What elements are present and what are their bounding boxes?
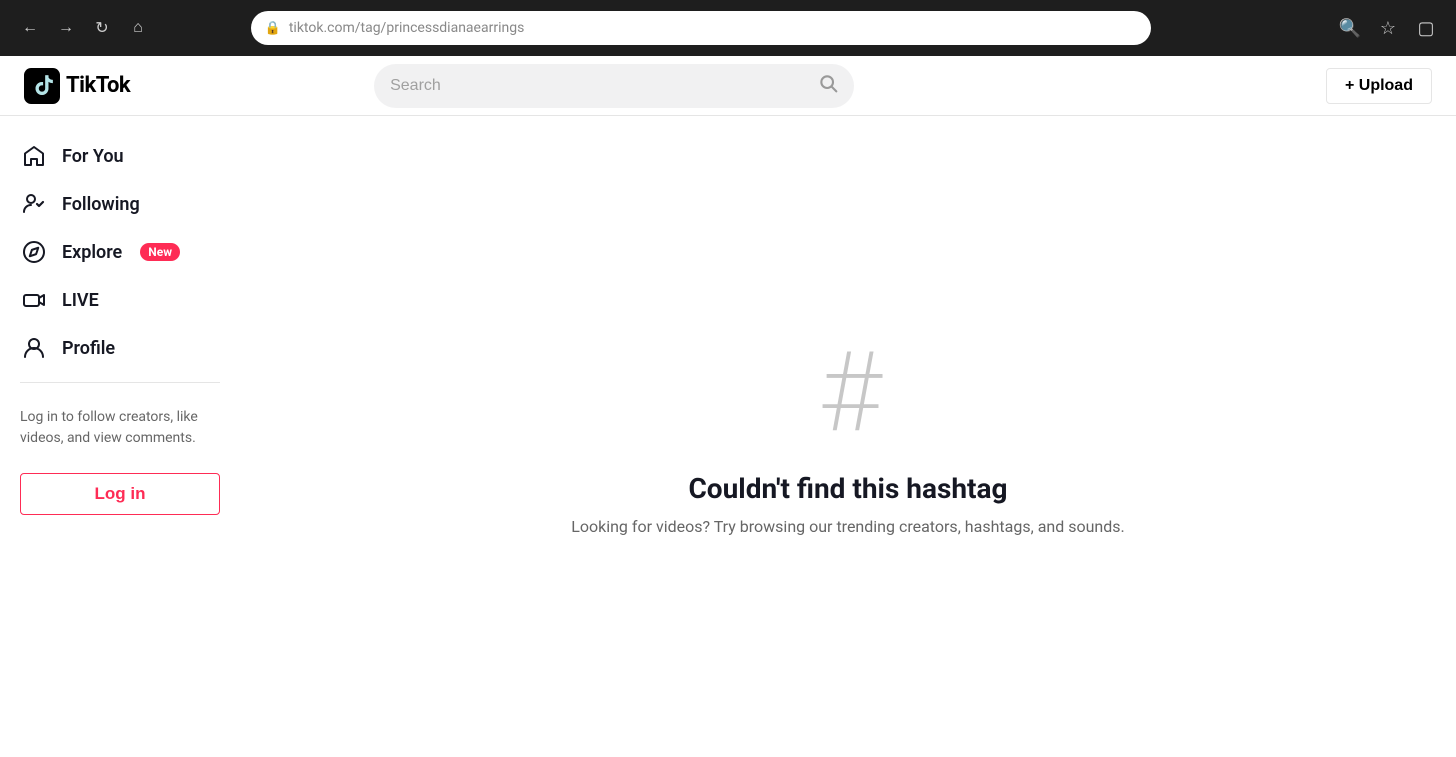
explore-icon (20, 238, 48, 266)
live-icon (20, 286, 48, 314)
sidebar-item-explore[interactable]: Explore New (8, 228, 232, 276)
not-found-title: Couldn't find this hashtag (688, 472, 1007, 505)
not-found-subtitle: Looking for videos? Try browsing our tre… (571, 517, 1125, 536)
upload-label: + Upload (1345, 77, 1413, 95)
sidebar-following-label: Following (62, 194, 140, 215)
main-content: # Couldn't find this hashtag Looking for… (240, 116, 1456, 757)
app-body: For You Following Explore New (0, 116, 1456, 757)
home-button[interactable]: ⌂ (124, 14, 152, 42)
url-domain: tiktok.com/tag/ (289, 20, 387, 36)
following-icon (20, 190, 48, 218)
logo-text: TikTok (66, 73, 130, 98)
login-button[interactable]: Log in (20, 473, 220, 515)
login-prompt: Log in to follow creators, like videos, … (8, 399, 232, 457)
url-path: princessdianaearrings (386, 20, 524, 36)
sidebar-item-profile[interactable]: Profile (8, 324, 232, 372)
window-button[interactable]: ▢ (1412, 14, 1440, 42)
profile-icon (20, 334, 48, 362)
browser-chrome: ← → ↻ ⌂ 🔒 tiktok.com/tag/princessdianaea… (0, 0, 1456, 56)
search-bar[interactable] (374, 64, 854, 108)
url-text: tiktok.com/tag/princessdianaearrings (289, 20, 524, 36)
nav-buttons: ← → ↻ ⌂ (16, 14, 152, 42)
browser-actions: 🔍 ☆ ▢ (1336, 14, 1440, 42)
sidebar-live-label: LIVE (62, 290, 99, 311)
upload-button[interactable]: + Upload (1326, 68, 1432, 104)
app-header: TikTok + Upload (0, 56, 1456, 116)
sidebar-for-you-label: For You (62, 146, 124, 167)
forward-button[interactable]: → (52, 14, 80, 42)
home-icon (20, 142, 48, 170)
tiktok-logo-icon (24, 68, 60, 104)
address-bar[interactable]: 🔒 tiktok.com/tag/princessdianaearrings (251, 11, 1151, 45)
back-button[interactable]: ← (16, 14, 44, 42)
search-icon (818, 73, 838, 93)
refresh-button[interactable]: ↻ (88, 14, 116, 42)
sidebar-divider (20, 382, 220, 383)
tiktok-logo[interactable]: TikTok (24, 68, 130, 104)
zoom-out-button[interactable]: 🔍 (1336, 14, 1364, 42)
sidebar-explore-label: Explore (62, 242, 122, 263)
bookmark-button[interactable]: ☆ (1374, 14, 1402, 42)
search-input[interactable] (390, 77, 810, 95)
lock-icon: 🔒 (265, 21, 281, 36)
sidebar-item-for-you[interactable]: For You (8, 132, 232, 180)
new-badge: New (140, 243, 180, 261)
sidebar: For You Following Explore New (0, 116, 240, 757)
sidebar-item-live[interactable]: LIVE (8, 276, 232, 324)
hashtag-icon: # (819, 338, 877, 448)
sidebar-profile-label: Profile (62, 338, 115, 359)
search-icon-button[interactable] (818, 73, 838, 98)
sidebar-item-following[interactable]: Following (8, 180, 232, 228)
